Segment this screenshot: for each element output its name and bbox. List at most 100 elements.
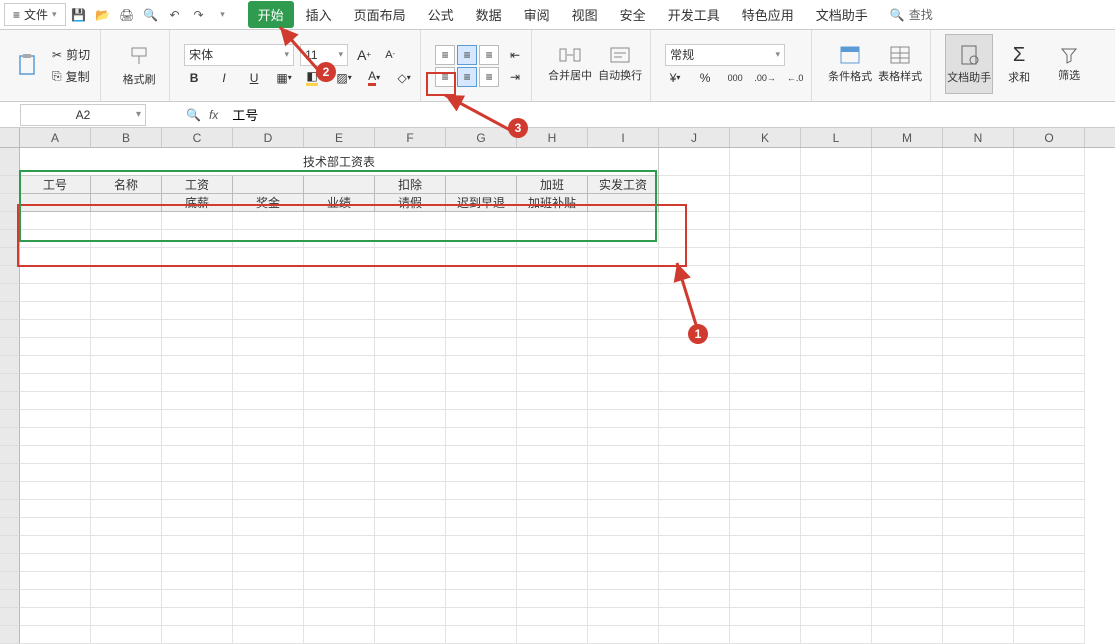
cell[interactable] xyxy=(872,320,943,338)
cell[interactable] xyxy=(20,518,91,536)
cell[interactable] xyxy=(446,482,517,500)
copy-button[interactable]: ⎘ 复制 xyxy=(48,66,94,87)
indent-increase-icon[interactable]: ⇥ xyxy=(505,67,525,87)
cell[interactable] xyxy=(91,446,162,464)
tab-data[interactable]: 数据 xyxy=(466,1,512,28)
cell[interactable] xyxy=(20,374,91,392)
cell[interactable] xyxy=(801,482,872,500)
cell[interactable] xyxy=(233,212,304,230)
font-color-icon[interactable]: A▾ xyxy=(364,68,384,88)
cell[interactable] xyxy=(446,626,517,644)
cell[interactable] xyxy=(588,608,659,626)
cell[interactable] xyxy=(375,392,446,410)
cell[interactable] xyxy=(943,338,1014,356)
cell[interactable] xyxy=(375,500,446,518)
cell[interactable] xyxy=(943,320,1014,338)
cell[interactable] xyxy=(233,554,304,572)
cell[interactable] xyxy=(304,356,375,374)
cell[interactable] xyxy=(1014,248,1085,266)
cell[interactable] xyxy=(375,302,446,320)
cell[interactable] xyxy=(801,536,872,554)
cell[interactable] xyxy=(872,608,943,626)
col-header-E[interactable]: E xyxy=(304,128,375,147)
cell[interactable] xyxy=(91,518,162,536)
cell[interactable] xyxy=(730,446,801,464)
zoom-icon[interactable]: 🔍 xyxy=(186,108,201,122)
qat-preview-icon[interactable]: 🔍 xyxy=(140,4,162,26)
cell[interactable]: 迟到早退 xyxy=(446,194,517,212)
cell[interactable] xyxy=(91,482,162,500)
cell[interactable] xyxy=(588,194,659,212)
col-header-I[interactable]: I xyxy=(588,128,659,147)
number-format-select[interactable]: 常规▾ xyxy=(665,44,785,66)
cell[interactable] xyxy=(588,356,659,374)
row-number[interactable] xyxy=(0,338,20,356)
cell[interactable] xyxy=(588,482,659,500)
cell[interactable] xyxy=(801,410,872,428)
cell[interactable] xyxy=(233,248,304,266)
name-box[interactable]: A2 xyxy=(20,104,146,126)
cell[interactable] xyxy=(375,338,446,356)
cell[interactable] xyxy=(730,554,801,572)
cell[interactable] xyxy=(304,608,375,626)
row-number[interactable] xyxy=(0,590,20,608)
cell[interactable] xyxy=(446,590,517,608)
cell[interactable] xyxy=(588,392,659,410)
col-header-N[interactable]: N xyxy=(943,128,1014,147)
cell[interactable] xyxy=(375,608,446,626)
cell[interactable] xyxy=(517,338,588,356)
cell[interactable] xyxy=(943,392,1014,410)
row-number[interactable] xyxy=(0,410,20,428)
cell[interactable] xyxy=(91,500,162,518)
qat-save-icon[interactable]: 💾 xyxy=(68,4,90,26)
cell[interactable] xyxy=(943,464,1014,482)
cell[interactable] xyxy=(943,148,1014,176)
cell[interactable] xyxy=(659,518,730,536)
align-top-center[interactable]: ≡ xyxy=(457,45,477,65)
cell[interactable] xyxy=(801,302,872,320)
row-number[interactable] xyxy=(0,500,20,518)
align-bot-right[interactable]: ≡ xyxy=(479,67,499,87)
cell[interactable] xyxy=(659,176,730,194)
cell[interactable] xyxy=(162,464,233,482)
cell[interactable] xyxy=(375,356,446,374)
cell[interactable] xyxy=(517,554,588,572)
cell[interactable] xyxy=(375,590,446,608)
font-size-select[interactable]: 11▾ xyxy=(300,44,348,66)
cell[interactable] xyxy=(588,212,659,230)
cond-format-button[interactable]: 条件格式 xyxy=(826,34,874,94)
cell[interactable] xyxy=(730,428,801,446)
col-header-L[interactable]: L xyxy=(801,128,872,147)
cell[interactable] xyxy=(517,518,588,536)
cell[interactable] xyxy=(943,482,1014,500)
cell[interactable] xyxy=(588,410,659,428)
cell[interactable]: 奖金 xyxy=(233,194,304,212)
cell[interactable] xyxy=(20,428,91,446)
cell[interactable] xyxy=(162,392,233,410)
col-header-K[interactable]: K xyxy=(730,128,801,147)
cell[interactable] xyxy=(943,374,1014,392)
cell[interactable] xyxy=(20,320,91,338)
cell[interactable] xyxy=(517,284,588,302)
cell[interactable] xyxy=(517,446,588,464)
currency-icon[interactable]: ¥▾ xyxy=(665,68,685,88)
cell[interactable] xyxy=(517,536,588,554)
cell[interactable] xyxy=(1014,284,1085,302)
cell[interactable] xyxy=(162,212,233,230)
cell[interactable] xyxy=(20,590,91,608)
cell[interactable] xyxy=(588,536,659,554)
cell[interactable] xyxy=(659,194,730,212)
cell[interactable] xyxy=(588,572,659,590)
row-number[interactable] xyxy=(0,536,20,554)
tab-devtools[interactable]: 开发工具 xyxy=(658,1,730,28)
cell[interactable] xyxy=(91,356,162,374)
cell[interactable] xyxy=(730,230,801,248)
clear-format-icon[interactable]: ◇▾ xyxy=(394,68,414,88)
filter-button[interactable]: 筛选 xyxy=(1045,34,1093,94)
cell[interactable] xyxy=(233,410,304,428)
row-number[interactable] xyxy=(0,176,20,194)
cell[interactable] xyxy=(162,536,233,554)
file-menu[interactable]: ≡ 文件 ▾ xyxy=(4,3,66,26)
cell[interactable] xyxy=(162,230,233,248)
cell[interactable] xyxy=(304,410,375,428)
